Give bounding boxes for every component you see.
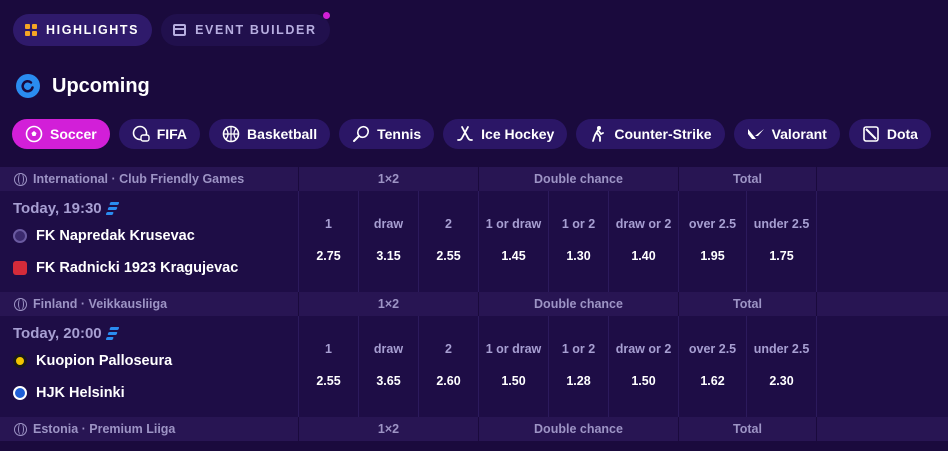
tab-fifa-label: FIFA [156, 126, 188, 142]
tab-basketball[interactable]: Basketball [209, 119, 331, 149]
market-header-1x2: 1×2 [298, 417, 478, 441]
odd-2[interactable]: 2 2.55 [418, 191, 478, 292]
globe-icon [14, 172, 27, 186]
fifa-icon [132, 125, 150, 142]
market-header-total: Total [678, 417, 816, 441]
match-teams[interactable]: Today, 19:30 FK Napredak Krusevac FK Rad… [0, 191, 298, 292]
soccer-icon [25, 125, 43, 143]
calendar-icon [173, 24, 187, 36]
odd-under-2-5[interactable]: under 2.5 2.30 [746, 316, 816, 417]
highlights-label: HIGHLIGHTS [46, 23, 140, 37]
market-header-total: Total [678, 292, 816, 316]
odd-over-2-5[interactable]: over 2.5 1.62 [678, 316, 746, 417]
tab-valorant[interactable]: Valorant [733, 119, 840, 149]
market-header-total: Total [678, 167, 816, 191]
basketball-icon [222, 125, 240, 143]
tab-fifa[interactable]: FIFA [118, 119, 201, 149]
away-team: HJK Helsinki [13, 384, 125, 402]
odd-draw[interactable]: draw 3.15 [358, 191, 418, 292]
tab-tennis[interactable]: Tennis [339, 119, 435, 149]
tab-counter-strike[interactable]: Counter-Strike [576, 119, 725, 149]
event-builder-label: EVENT BUILDER [195, 23, 317, 37]
tab-counter-strike-label: Counter-Strike [614, 126, 712, 142]
valorant-icon [747, 129, 764, 139]
tennis-icon [353, 125, 370, 142]
home-team: FK Napredak Krusevac [13, 227, 195, 245]
league-header: Finland · Veikkausliiga 1×2 Double chanc… [0, 292, 948, 316]
top-nav: HIGHLIGHTS EVENT BUILDER [13, 12, 330, 46]
odd-1-or-2[interactable]: 1 or 2 1.30 [548, 191, 608, 292]
odd-2[interactable]: 2 2.60 [418, 316, 478, 417]
ice-hockey-icon [457, 126, 474, 141]
odd-draw-or-2[interactable]: draw or 2 1.50 [608, 316, 678, 417]
tab-tennis-label: Tennis [377, 126, 422, 142]
tab-soccer[interactable]: Soccer [12, 119, 110, 149]
league-name: Estonia · Premium Liiga [33, 422, 176, 436]
section-heading: Upcoming [16, 74, 150, 98]
odd-under-2-5[interactable]: under 2.5 1.75 [746, 191, 816, 292]
clock-icon [16, 74, 40, 98]
grid-icon [25, 24, 37, 36]
tab-valorant-label: Valorant [771, 126, 827, 142]
event-builder-tab[interactable]: EVENT BUILDER [161, 12, 330, 46]
team-crest-icon [13, 229, 27, 243]
match-row[interactable]: Today, 19:30 FK Napredak Krusevac FK Rad… [0, 191, 948, 292]
counter-strike-icon [592, 126, 605, 142]
tab-dota[interactable]: Dota [848, 119, 931, 149]
league-name: International · Club Friendly Games [33, 172, 245, 186]
market-header-double-chance: Double chance [478, 417, 678, 441]
tab-basketball-label: Basketball [247, 126, 318, 142]
match-time: Today, 20:00 [13, 324, 120, 342]
league-header: International · Club Friendly Games 1×2 … [0, 167, 948, 191]
odd-draw[interactable]: draw 3.65 [358, 316, 418, 417]
team-crest-icon [13, 386, 27, 400]
league-name: Finland · Veikkausliiga [33, 297, 168, 311]
sport-tabs: Soccer FIFA Basketball Tennis Ice Hockey… [12, 119, 931, 149]
notification-dot [322, 12, 330, 19]
dota-icon [863, 126, 879, 142]
globe-icon [14, 422, 27, 436]
events-board: International · Club Friendly Games 1×2 … [0, 167, 948, 441]
market-header-double-chance: Double chance [478, 292, 678, 316]
match-row[interactable]: Today, 20:00 Kuopion Palloseura HJK Hels… [0, 316, 948, 417]
away-team: FK Radnicki 1923 Kragujevac [13, 259, 238, 277]
home-team: Kuopion Palloseura [13, 352, 172, 370]
match-time: Today, 19:30 [13, 199, 120, 217]
team-crest-icon [13, 354, 27, 368]
tab-ice-hockey-label: Ice Hockey [481, 126, 555, 142]
odd-1-or-2[interactable]: 1 or 2 1.28 [548, 316, 608, 417]
globe-icon [14, 297, 27, 311]
live-stream-icon [105, 201, 120, 215]
odd-1-or-draw[interactable]: 1 or draw 1.50 [478, 316, 548, 417]
highlights-tab[interactable]: HIGHLIGHTS [13, 14, 153, 46]
market-header-1x2: 1×2 [298, 292, 478, 316]
odd-1-or-draw[interactable]: 1 or draw 1.45 [478, 191, 548, 292]
market-header-1x2: 1×2 [298, 167, 478, 191]
team-crest-icon [13, 261, 27, 275]
tab-ice-hockey[interactable]: Ice Hockey [443, 119, 568, 149]
live-stream-icon [105, 326, 120, 340]
page-title: Upcoming [52, 74, 150, 97]
odd-1[interactable]: 1 2.55 [298, 316, 358, 417]
odd-draw-or-2[interactable]: draw or 2 1.40 [608, 191, 678, 292]
match-teams[interactable]: Today, 20:00 Kuopion Palloseura HJK Hels… [0, 316, 298, 417]
tab-soccer-label: Soccer [50, 126, 97, 142]
odd-1[interactable]: 1 2.75 [298, 191, 358, 292]
market-header-double-chance: Double chance [478, 167, 678, 191]
tab-dota-label: Dota [886, 126, 918, 142]
odd-over-2-5[interactable]: over 2.5 1.95 [678, 191, 746, 292]
league-header: Estonia · Premium Liiga 1×2 Double chanc… [0, 417, 948, 441]
